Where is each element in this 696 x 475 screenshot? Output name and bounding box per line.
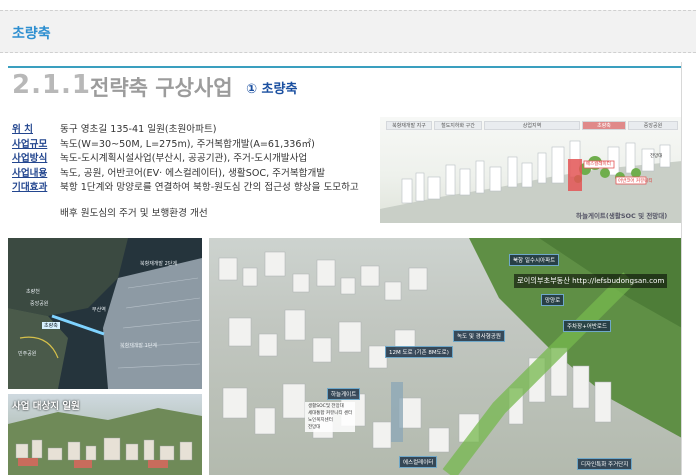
sky-gate-caption: 하늘게이트(생활SOC 및 전망대)	[576, 212, 668, 220]
page-title: 초량축	[12, 26, 51, 42]
render-label: 에스컬레이터	[586, 162, 611, 167]
sky-gate-detail-box: 생활SOC및 전망대 세대통합 커뮤니티 센터 노인복지센터 전망대	[305, 402, 356, 432]
info-row-location: 위 치 동구 영초길 135-41 일원(초원아파트)	[12, 123, 392, 138]
info-value: 녹도-도시계획시설사업(부산시, 공공기관), 주거-도시개발사업	[60, 153, 308, 164]
info-continuation: 배후 원도심의 주거 및 보행환경 개선	[60, 208, 208, 219]
callout-label: 디자인특화 주거단지	[577, 458, 633, 470]
render-label: 어반코어 커뮤니티	[618, 179, 653, 184]
gate-item: 노인복지센터	[308, 418, 333, 423]
info-row-scale: 사업규모 녹도(W=30~50M, L=275m), 주거복합개발(A=61,3…	[12, 138, 392, 153]
map-axis-pill: 초량축	[42, 322, 60, 329]
site-photo: 사업 대상지 일원	[8, 394, 202, 475]
section-rule	[8, 66, 681, 68]
callout-label: 녹도 및 경사형공원	[453, 330, 505, 342]
info-label: 기대효과	[12, 182, 48, 193]
project-info-table: 위 치 동구 영초길 135-41 일원(초원아파트) 사업규모 녹도(W=30…	[12, 123, 392, 196]
callout-label: 12M 도로 (기존 8M도로)	[385, 346, 453, 358]
gate-item: 전망대	[308, 425, 321, 430]
map-label: 중앙공원	[30, 301, 49, 307]
aerial-map-image: 북항재개발 2단계 부산역 초량천 중앙공원 초량축 북항재개발 1단계 민주공…	[8, 238, 202, 389]
info-row-content: 사업내용 녹도, 공원, 어반코어(EV· 에스컬레이터), 생활SOC, 주거…	[12, 167, 392, 182]
info-value: 동구 영초길 135-41 일원(초원아파트)	[60, 124, 217, 135]
section-number: 2.1.1	[12, 70, 92, 100]
section-subtitle: ① 초량축	[246, 82, 298, 97]
axis-section-render: 북항재개발 지구 철도지하화 구간 상업지역 초량축 중앙공원 에스컬레이터 전…	[380, 117, 681, 223]
info-label: 사업규모	[12, 138, 48, 150]
page-header: 초량축	[0, 10, 696, 53]
map-label: 북항재개발 1단계	[120, 343, 157, 349]
info-label: 사업내용	[12, 167, 48, 179]
callout-label: 북항 일수시아파트	[509, 254, 560, 266]
section-render-illustration	[380, 140, 681, 223]
map-label: 초량천	[26, 289, 40, 295]
callout-label: 주차장+어반로드	[563, 320, 612, 332]
gate-item: 생활SOC및 전망대	[308, 404, 344, 409]
masterplan-render: 로이의부초부동산 http://lefsbudongsan.com 망양로 북항…	[209, 238, 681, 475]
document-page: 2.1.1 전략축 구상사업 ① 초량축 위 치 동구 영초길 135-41 일…	[8, 62, 682, 475]
callout-label: 망양로	[541, 294, 565, 306]
info-value: 녹도(W=30~50M, L=275m), 주거복합개발(A=61,336㎡)	[60, 138, 315, 150]
info-value: 북항 1단계와 망양로를 연결하여 북항-원도심 간의 접근성 향상을 도모하고	[60, 182, 359, 193]
watermark-text: 로이의부초부동산 http://lefsbudongsan.com	[514, 274, 668, 288]
section-title: 전략축 구상사업	[90, 76, 233, 100]
site-photo-title: 사업 대상지 일원	[12, 401, 80, 412]
map-label: 민주공원	[18, 351, 37, 357]
map-label: 부산역	[92, 307, 106, 313]
gate-item: 세대통합 커뮤니티 센터	[308, 411, 353, 416]
info-label: 위 치	[12, 124, 33, 135]
callout-label: 에스컬레이터	[399, 456, 438, 468]
info-label: 사업방식	[12, 153, 48, 164]
info-row-effect: 기대효과 북항 1단계와 망양로를 연결하여 북항-원도심 간의 접근성 향상을…	[12, 181, 392, 196]
callout-label: 하늘게이트	[327, 388, 361, 400]
info-value: 녹도, 공원, 어반코어(EV· 에스컬레이터), 생활SOC, 주거복합개발	[60, 167, 326, 179]
info-row-method: 사업방식 녹도-도시계획시설사업(부산시, 공공기관), 주거-도시개발사업	[12, 152, 392, 167]
map-label: 북항재개발 2단계	[140, 261, 177, 267]
render-label: 전망대	[650, 154, 663, 159]
